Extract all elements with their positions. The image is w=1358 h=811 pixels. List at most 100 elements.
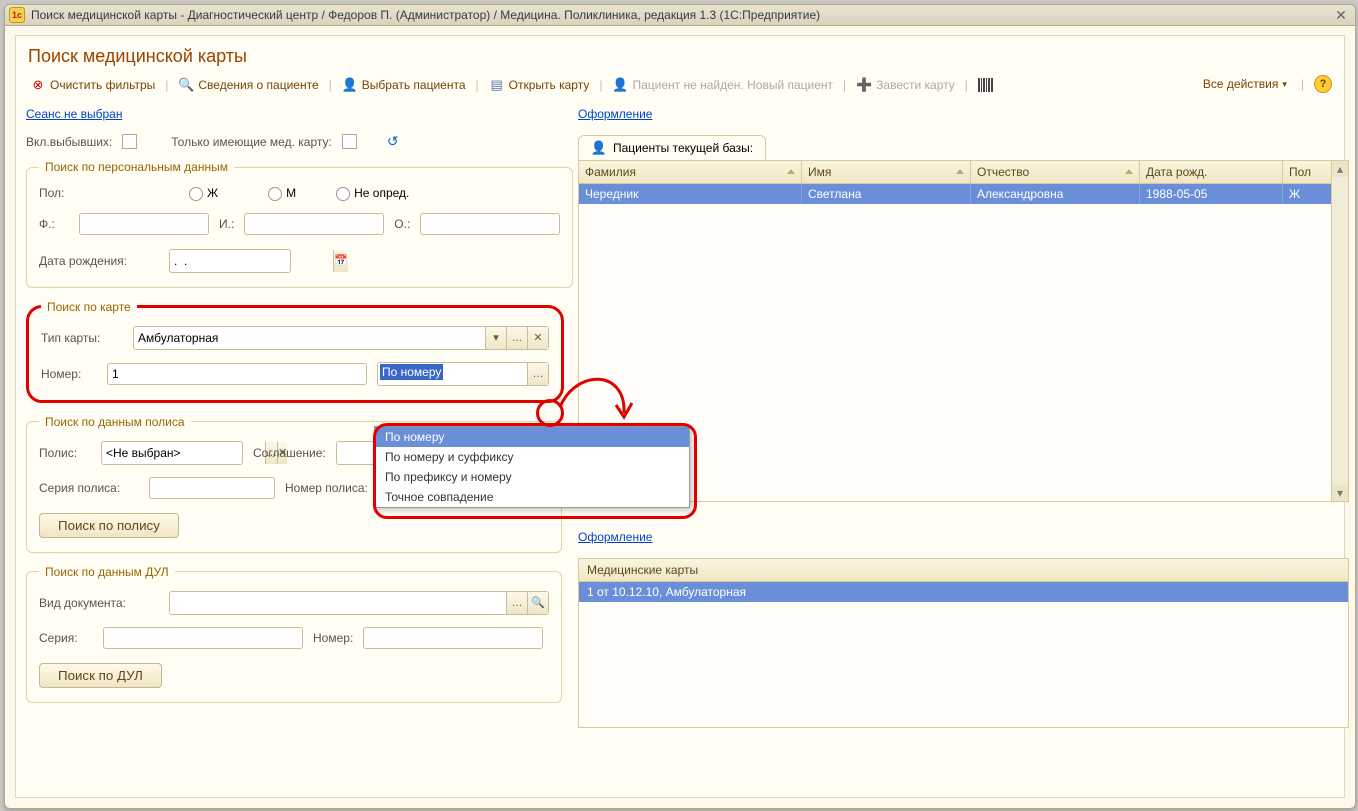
patient-info-label: Сведения о пациенте xyxy=(198,78,318,92)
open-card-label: Открыть карту xyxy=(509,78,590,92)
card-num-input[interactable] xyxy=(107,363,367,385)
dropdown-option[interactable]: Точное совпадение xyxy=(375,487,689,507)
oformlenie-link-top[interactable]: Оформление xyxy=(578,101,1349,131)
vkl-label: Вкл.выбывших: xyxy=(26,135,112,149)
page-title: Поиск медицинской карты xyxy=(16,36,1344,73)
search-mode-dropdown[interactable]: По номеру По номеру и суффиксу По префик… xyxy=(374,426,690,508)
pol-m-radio[interactable]: М xyxy=(268,186,296,201)
personal-fieldset: Поиск по персональным данным Пол: Ж М Не… xyxy=(26,160,573,288)
window-title: Поиск медицинской карты - Диагностически… xyxy=(31,8,820,22)
person-gray-icon: 👤 xyxy=(612,77,628,93)
polis-label: Полис: xyxy=(39,446,91,460)
magnifier-icon[interactable]: 🔍 xyxy=(527,592,548,614)
open-card-button[interactable]: ▤ Открыть карту xyxy=(485,75,594,95)
search-mode-combo[interactable]: По номеру … xyxy=(377,362,549,386)
chevron-down-icon: ▾ xyxy=(1282,79,1287,90)
col-surname[interactable]: Фамилия xyxy=(579,161,802,183)
o-label: О.: xyxy=(394,217,410,231)
patients-grid[interactable]: Фамилия Имя Отчество Дата рожд. Пол Чере… xyxy=(578,160,1349,502)
barcode-icon xyxy=(978,78,993,92)
only-has-checkbox[interactable] xyxy=(342,134,357,149)
scroll-up-icon[interactable]: ▴ xyxy=(1332,161,1348,177)
col-patronymic[interactable]: Отчество xyxy=(971,161,1140,183)
card-type-combo[interactable]: ▾ … ✕ xyxy=(133,326,549,350)
calendar-icon[interactable]: 📅 xyxy=(333,250,348,272)
patient-not-found-button[interactable]: 👤 Пациент не найден. Новый пациент xyxy=(608,75,837,95)
magnifier-icon: 🔍 xyxy=(178,77,194,93)
scrollbar[interactable]: ▴ ▾ xyxy=(1331,161,1348,501)
i-label: И.: xyxy=(219,217,234,231)
refresh-icon[interactable]: ↺ xyxy=(387,133,399,150)
pol-label: Пол: xyxy=(39,186,79,200)
dob-value[interactable] xyxy=(170,250,333,272)
person-pick-icon: 👤 xyxy=(342,77,358,93)
dul-legend: Поиск по данным ДУЛ xyxy=(39,565,175,579)
policy-series-input[interactable] xyxy=(149,477,275,499)
grid-header: Фамилия Имя Отчество Дата рожд. Пол xyxy=(579,161,1348,184)
dul-number-label: Номер: xyxy=(313,631,353,645)
dob-input[interactable]: 📅 xyxy=(169,249,291,273)
close-icon[interactable]: ✕ xyxy=(1333,7,1349,23)
pol-neop-radio[interactable]: Не опред. xyxy=(336,186,409,201)
new-card-button[interactable]: ➕ Завести карту xyxy=(852,75,959,95)
doc-type-combo[interactable]: … 🔍 xyxy=(169,591,549,615)
card-icon: ▤ xyxy=(489,77,505,93)
dul-series-label: Серия: xyxy=(39,631,93,645)
scroll-down-icon[interactable]: ▾ xyxy=(1332,485,1348,501)
col-name[interactable]: Имя xyxy=(802,161,971,183)
patient-not-found-label: Пациент не найден. Новый пациент xyxy=(632,78,833,92)
plus-green-icon: ➕ xyxy=(856,77,872,93)
search-by-policy-button[interactable]: Поиск по полису xyxy=(39,513,179,538)
tab-current-patients[interactable]: 👤 Пациенты текущей базы: xyxy=(578,135,766,160)
ellipsis-icon[interactable]: … xyxy=(527,363,548,385)
chevron-down-icon[interactable]: ▾ xyxy=(485,327,506,349)
patient-info-button[interactable]: 🔍 Сведения о пациенте xyxy=(174,75,322,95)
barcode-button[interactable] xyxy=(974,76,997,94)
vkl-checkbox[interactable] xyxy=(122,134,137,149)
dropdown-option[interactable]: По номеру xyxy=(375,427,689,447)
polis-value[interactable] xyxy=(102,442,265,464)
search-by-dul-button[interactable]: Поиск по ДУЛ xyxy=(39,663,162,688)
card-num-label: Номер: xyxy=(41,367,97,381)
card-search-fieldset: Поиск по карте Тип карты: ▾ … ✕ Номер: xyxy=(26,300,564,403)
pol-zh-radio[interactable]: Ж xyxy=(189,186,218,201)
name-input[interactable] xyxy=(244,213,384,235)
dob-label: Дата рождения: xyxy=(39,254,159,268)
all-actions-button[interactable]: Все действия ▾ xyxy=(1199,75,1291,93)
card-type-value[interactable] xyxy=(134,327,485,349)
tab-label: Пациенты текущей базы: xyxy=(613,141,753,155)
ellipsis-icon[interactable]: … xyxy=(506,327,527,349)
surname-input[interactable] xyxy=(79,213,209,235)
policy-series-label: Серия полиса: xyxy=(39,481,139,495)
dul-series-input[interactable] xyxy=(103,627,303,649)
all-actions-label: Все действия xyxy=(1203,77,1278,91)
select-patient-button[interactable]: 👤 Выбрать пациента xyxy=(338,75,470,95)
doc-type-label: Вид документа: xyxy=(39,596,159,610)
card-legend: Поиск по карте xyxy=(41,300,137,314)
oformlenie-link-bottom[interactable]: Оформление xyxy=(578,524,1349,554)
patronymic-input[interactable] xyxy=(420,213,560,235)
dul-number-input[interactable] xyxy=(363,627,543,649)
person-icon: 👤 xyxy=(591,140,607,156)
dropdown-option[interactable]: По номеру и суффиксу xyxy=(375,447,689,467)
new-card-label: Завести карту xyxy=(876,78,955,92)
session-link[interactable]: Сеанс не выбран xyxy=(26,101,562,131)
table-row[interactable]: Чередник Светлана Александровна 1988-05-… xyxy=(579,184,1348,204)
cards-list[interactable]: Медицинские карты 1 от 10.12.10, Амбулат… xyxy=(578,558,1349,728)
dropdown-option[interactable]: По префиксу и номеру xyxy=(375,467,689,487)
personal-legend: Поиск по персональным данным xyxy=(39,160,234,174)
dul-fieldset: Поиск по данным ДУЛ Вид документа: … 🔍 С… xyxy=(26,565,562,703)
clear-filters-label: Очистить фильтры xyxy=(50,78,155,92)
help-icon[interactable]: ? xyxy=(1314,75,1332,93)
cell-surname: Чередник xyxy=(579,184,802,204)
list-item[interactable]: 1 от 10.12.10, Амбулаторная xyxy=(579,582,1348,602)
ellipsis-icon[interactable]: … xyxy=(506,592,527,614)
clear-icon[interactable]: ✕ xyxy=(527,327,548,349)
polis-combo[interactable]: … ✕ xyxy=(101,441,243,465)
cell-dob: 1988-05-05 xyxy=(1140,184,1283,204)
cell-name: Светлана xyxy=(802,184,971,204)
clear-filters-button[interactable]: ⊗ Очистить фильтры xyxy=(26,75,159,95)
toolbar: ⊗ Очистить фильтры | 🔍 Сведения о пациен… xyxy=(16,73,1344,101)
col-dob[interactable]: Дата рожд. xyxy=(1140,161,1283,183)
search-mode-value: По номеру xyxy=(378,363,527,385)
